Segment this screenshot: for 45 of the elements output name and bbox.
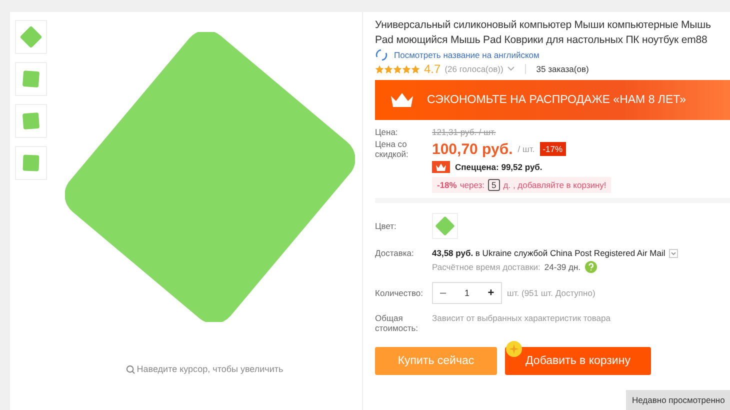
translate-icon: [375, 49, 388, 61]
countdown-via: через:: [460, 180, 485, 190]
delivery-label: Доставка:: [375, 248, 415, 258]
delivery-time: 24-39 дн.: [544, 262, 581, 272]
dropdown-icon[interactable]: [669, 248, 678, 258]
product-thumbnail[interactable]: [15, 146, 47, 180]
special-price: Спеццена: 99,52 руб.: [455, 162, 542, 172]
discount-badge: -17%: [540, 142, 566, 156]
promo-text: СЭКОНОМЬТЕ НА РАСПРОДАЖЕ «НАМ 8 ЛЕТ»: [427, 94, 686, 106]
color-swatch[interactable]: [432, 213, 458, 239]
crown-icon: [432, 161, 450, 173]
countdown-percent: -18%: [437, 180, 457, 190]
product-thumbnail[interactable]: [15, 104, 47, 138]
color-label: Цвет:: [375, 221, 398, 231]
mousepad-thumbnail-icon: [18, 24, 44, 50]
rating-value: 4.7: [424, 62, 441, 76]
quantity-value[interactable]: 1: [453, 288, 481, 298]
chevron-down-icon: [507, 66, 516, 72]
mousepad-thumbnail-icon: [434, 215, 456, 237]
price-unit: / шт.: [518, 144, 535, 154]
countdown-text: д. , добавляйте в корзину!: [503, 180, 606, 190]
zoom-hint: Наведите курсор, чтобы увеличить: [136, 364, 284, 374]
countdown-days: 5: [488, 179, 500, 191]
sparkle-badge-icon: [506, 341, 522, 357]
total-label: Общая стоимость:: [375, 313, 420, 333]
recently-viewed-tooltip[interactable]: Недавно просмотренно: [626, 390, 730, 410]
product-thumbnail[interactable]: [15, 20, 47, 54]
vote-count[interactable]: (26 голоса(ов)): [444, 64, 504, 74]
promo-banner[interactable]: СЭКОНОМЬТЕ НА РАСПРОДАЖЕ «НАМ 8 ЛЕТ»: [375, 80, 730, 120]
price-label: Цена:: [375, 127, 399, 137]
stock-info: шт. (951 шт. Доступно): [507, 288, 596, 298]
quantity-label: Количество:: [375, 288, 424, 298]
discount-price-label: Цена со скидкой:: [375, 139, 410, 159]
delivery-time-label: Расчётное время доставки:: [432, 262, 540, 272]
help-icon[interactable]: [584, 261, 597, 273]
product-title: Универсальный силиконовый компьютер Мыши компьютерные Мышь Pad моющийся Мышь Pad Коврики для настольных ПК ноутбук em88: [375, 18, 712, 48]
product-thumbnail[interactable]: [15, 62, 47, 96]
delivery-info: 43,58 руб. в Ukraine службой China Post Registered Air Mail: [432, 248, 666, 258]
translate-link[interactable]: Посмотреть название на английском: [394, 48, 540, 62]
search-icon: [126, 364, 135, 374]
total-info: Зависит от выбранных характеристик товара: [432, 313, 610, 323]
order-count: 35 заказа(ов): [536, 64, 589, 74]
old-price: 121,31 руб. / шт.: [432, 127, 496, 137]
discount-price: 100,70 руб.: [432, 140, 513, 158]
add-to-cart-button[interactable]: Добавить в корзину: [505, 347, 651, 375]
